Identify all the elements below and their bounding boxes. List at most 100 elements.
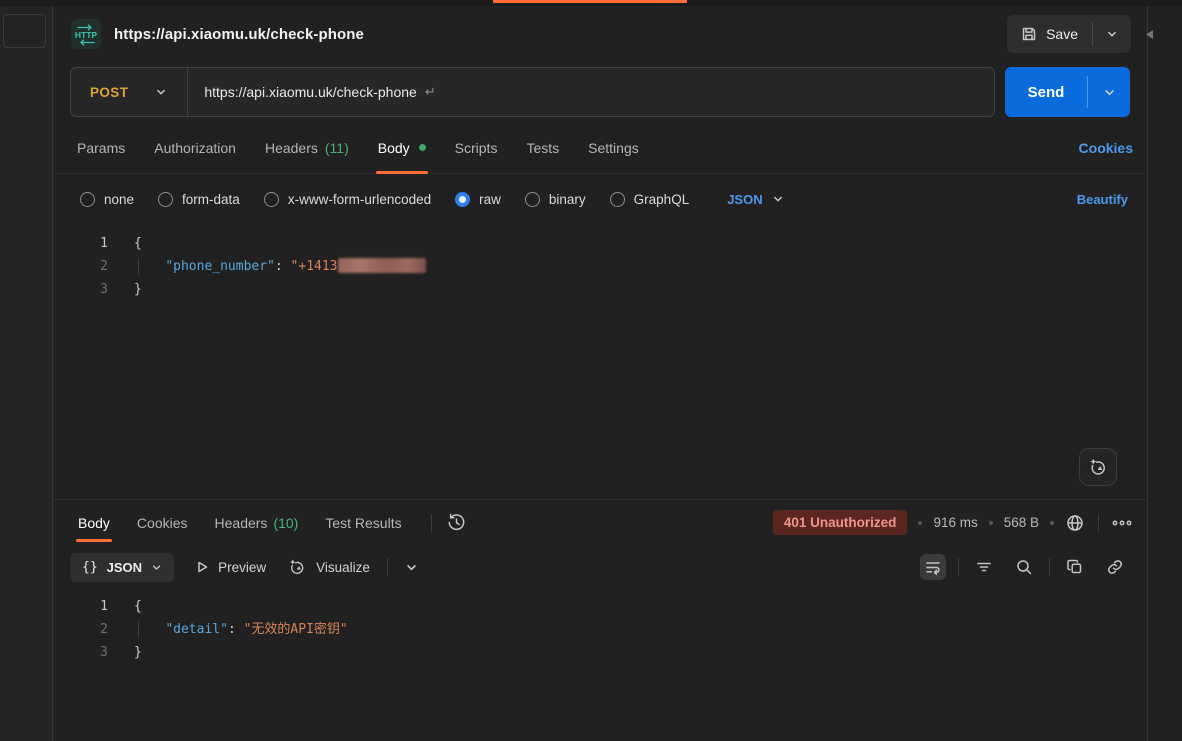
tab-params[interactable]: Params (77, 122, 125, 173)
meta-dot-separator (918, 521, 922, 525)
response-options-button[interactable] (1112, 519, 1132, 527)
tab-body[interactable]: Body (378, 122, 426, 173)
response-body-editor[interactable]: 1 { 2 "detail": "无效的API密钥" 3 } (53, 589, 1147, 741)
method-url-container: POST https://api.xiaomu.uk/check-phone ↵ (70, 67, 995, 117)
send-button-group: Send (1005, 67, 1130, 117)
tab-tests[interactable]: Tests (526, 122, 559, 173)
mode-graphql[interactable]: GraphQL (610, 192, 690, 207)
toolbar-divider (958, 558, 959, 576)
mode-form-data[interactable]: form-data (158, 192, 240, 207)
mode-urlencoded[interactable]: x-www-form-urlencoded (264, 192, 431, 207)
response-history-button[interactable] (446, 512, 467, 533)
postbot-button[interactable] (1079, 448, 1117, 486)
tab-settings[interactable]: Settings (588, 122, 639, 173)
http-request-icon: HTTP (71, 19, 101, 49)
radio-icon (525, 192, 540, 207)
editor-line: 3 } (53, 641, 1147, 664)
search-icon (1015, 558, 1033, 576)
line-number: 2 (53, 618, 113, 641)
chevron-down-icon (772, 193, 784, 205)
meta-dot-separator (989, 521, 993, 525)
tab-scripts[interactable]: Scripts (455, 122, 498, 173)
request-header: HTTP https://api.xiaomu.uk/check-phone (53, 6, 1147, 62)
cookies-link[interactable]: Cookies (1079, 140, 1133, 156)
link-button[interactable] (1102, 554, 1128, 580)
method-label: POST (90, 85, 128, 100)
mode-graphql-label: GraphQL (634, 192, 690, 207)
response-format-label: JSON (107, 560, 142, 575)
visualize-label: Visualize (316, 560, 370, 575)
copy-button[interactable] (1062, 554, 1088, 580)
save-button[interactable]: Save (1007, 15, 1092, 53)
response-headers-count-badge: (10) (273, 515, 298, 531)
status-badge: 401 Unauthorized (773, 510, 908, 535)
line-number: 1 (53, 595, 113, 618)
editor-line: 2 "detail": "无效的API密钥" (53, 618, 1147, 641)
radio-selected-icon (455, 192, 470, 207)
view-options-button[interactable] (405, 561, 418, 574)
method-selector[interactable]: POST (71, 85, 187, 100)
save-options-button[interactable] (1093, 15, 1131, 53)
tab-body-label: Body (378, 140, 410, 156)
search-button[interactable] (1011, 554, 1037, 580)
main-panel: HTTP https://api.xiaomu.uk/check-phone (53, 6, 1147, 741)
editor-line: 2 "phone_number": "+1413 (53, 255, 1147, 278)
indent-guide (138, 621, 139, 638)
radio-icon (610, 192, 625, 207)
redacted-phone-number (338, 258, 426, 273)
json-key: "detail" (165, 622, 228, 637)
toolbar-divider (1049, 558, 1050, 576)
body-mode-row: none form-data x-www-form-urlencoded raw… (53, 174, 1147, 224)
response-format-selector[interactable]: {} JSON (70, 553, 174, 582)
response-toolbar: {} JSON Preview (53, 545, 1147, 589)
meta-divider (1098, 514, 1099, 532)
request-body-editor[interactable]: 1 { 2 "phone_number": "+1413 3 } (53, 224, 1147, 499)
tab-authorization-label: Authorization (154, 140, 236, 156)
filter-button[interactable] (971, 554, 997, 580)
active-tab-underline (376, 171, 428, 174)
beautify-link[interactable]: Beautify (1077, 192, 1128, 207)
response-tab-cookies[interactable]: Cookies (137, 500, 188, 545)
preview-button[interactable]: Preview (195, 560, 266, 575)
chevron-down-icon (151, 562, 162, 573)
tab-headers[interactable]: Headers (11) (265, 122, 349, 173)
mode-none-label: none (104, 192, 134, 207)
editor-line: 3 } (53, 278, 1147, 301)
collapse-panel-icon[interactable] (1146, 30, 1153, 39)
code-text: { (134, 599, 142, 614)
indent-guide (138, 258, 139, 275)
tab-authorization[interactable]: Authorization (154, 122, 236, 173)
response-tab-headers[interactable]: Headers (10) (215, 500, 299, 545)
mode-binary[interactable]: binary (525, 192, 586, 207)
link-icon (1106, 558, 1124, 576)
sidebar-collapsed-item[interactable] (3, 14, 46, 48)
visualize-button[interactable]: Visualize (287, 557, 370, 577)
line-number: 3 (53, 278, 113, 301)
send-button[interactable]: Send (1005, 67, 1087, 117)
active-tab-indicator (493, 0, 687, 3)
body-modified-dot (419, 144, 426, 151)
response-toolbar-right (920, 554, 1128, 580)
active-tab-underline (76, 539, 112, 542)
send-options-button[interactable] (1088, 67, 1130, 117)
globe-icon (1065, 513, 1085, 533)
response-meta: 401 Unauthorized 916 ms 568 B (773, 500, 1132, 545)
copy-icon (1066, 558, 1084, 576)
response-tab-body[interactable]: Body (78, 500, 110, 545)
mode-none[interactable]: none (80, 192, 134, 207)
response-tab-test-results[interactable]: Test Results (325, 500, 401, 545)
chevron-down-icon (155, 86, 167, 98)
mode-raw[interactable]: raw (455, 192, 501, 207)
more-options-icon (1112, 519, 1132, 527)
wrap-text-button[interactable] (920, 554, 946, 580)
network-info-button[interactable] (1065, 513, 1085, 533)
response-time: 916 ms (933, 515, 977, 530)
body-format-selector[interactable]: JSON (727, 192, 783, 207)
tab-params-label: Params (77, 140, 125, 156)
right-sidebar (1147, 6, 1182, 741)
code-text: : (228, 622, 244, 637)
toolbar-divider (387, 558, 388, 576)
json-key: "phone_number" (165, 259, 275, 274)
url-input[interactable]: https://api.xiaomu.uk/check-phone (188, 84, 416, 100)
radio-icon (158, 192, 173, 207)
